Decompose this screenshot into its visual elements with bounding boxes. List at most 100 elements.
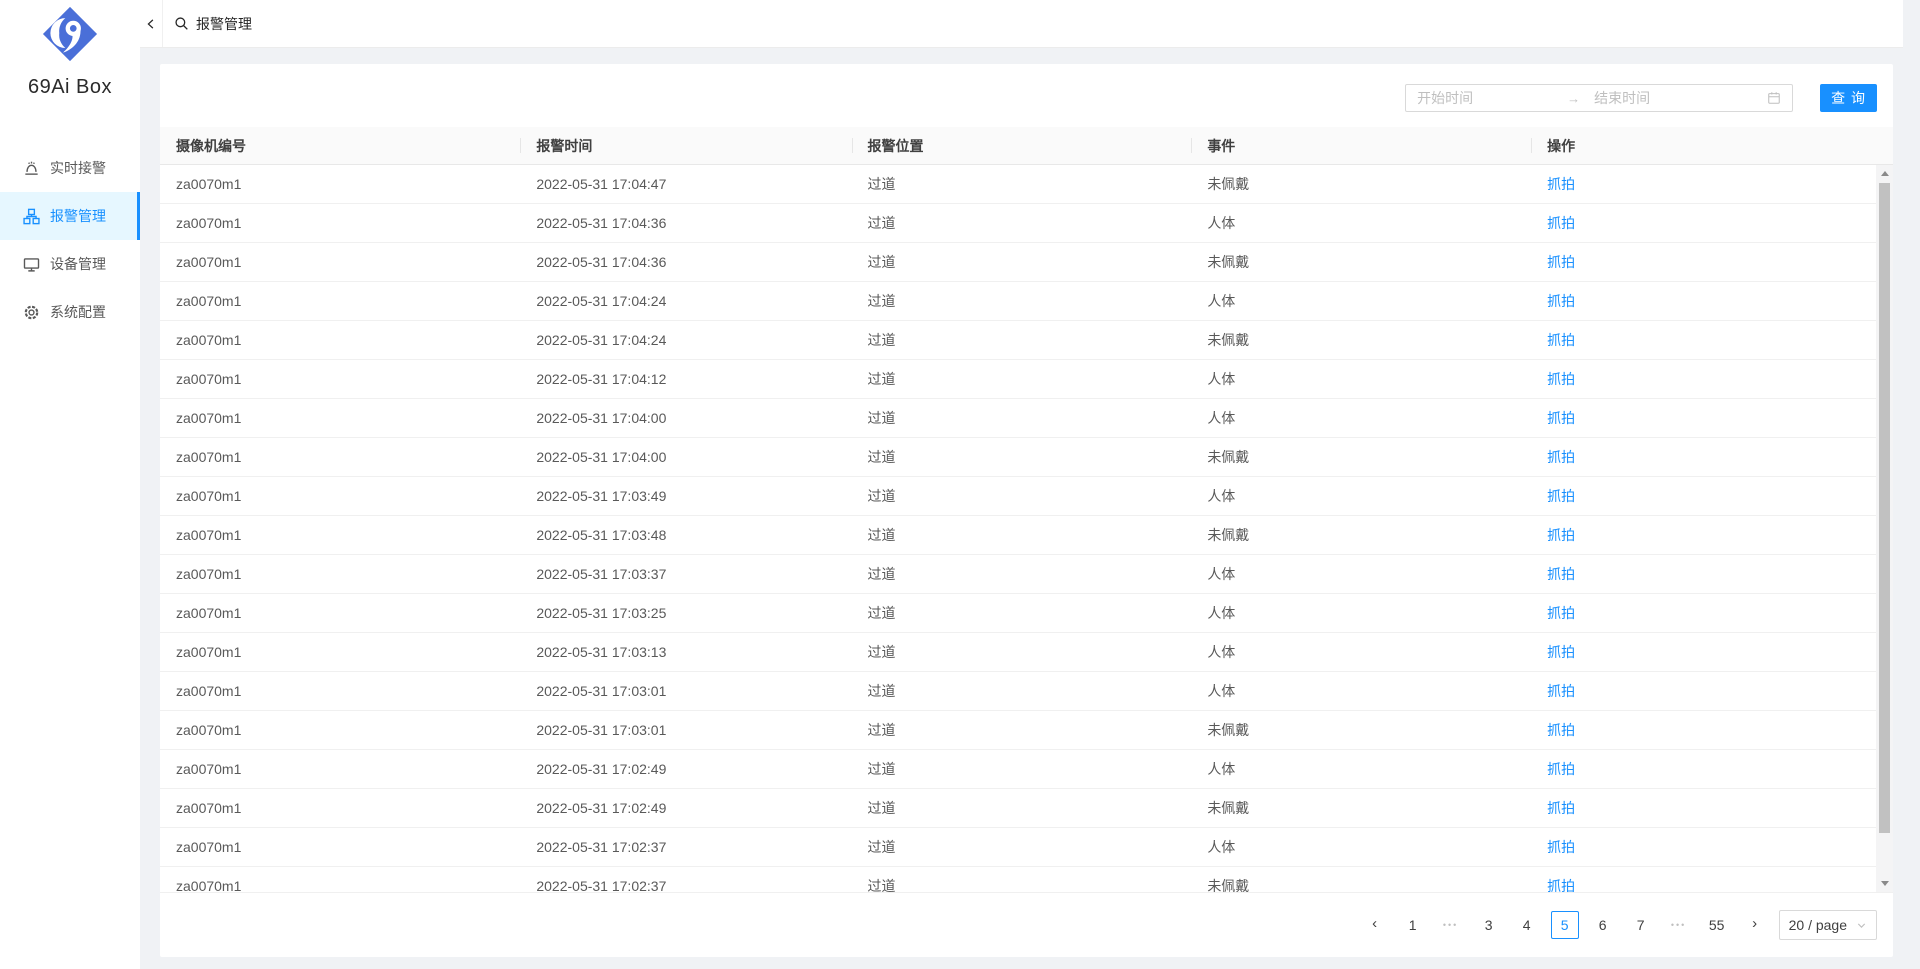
table-scroll-area: za0070m1 2022-05-31 17:04:47 过道 未佩戴 抓拍 z…	[160, 165, 1893, 893]
snapshot-link[interactable]: 抓拍	[1547, 215, 1575, 231]
query-button[interactable]: 查 询	[1820, 84, 1877, 112]
snapshot-link[interactable]: 抓拍	[1547, 800, 1575, 816]
content-area: 报警管理 开始时间 → 结束时间	[140, 0, 1903, 969]
page-size-value: 20 / page	[1789, 917, 1847, 933]
cell-camera: za0070m1	[160, 750, 520, 788]
snapshot-link[interactable]: 抓拍	[1547, 449, 1575, 465]
sidebar-item-alarm-management[interactable]: 报警管理	[0, 192, 140, 240]
cell-camera: za0070m1	[160, 438, 520, 476]
cell-event: 未佩戴	[1191, 516, 1531, 554]
cell-action: 抓拍	[1531, 477, 1876, 515]
cell-event: 人体	[1191, 360, 1531, 398]
pagination-page-4[interactable]: 4	[1513, 911, 1541, 939]
sidebar-menu: 实时接警 报警管理	[0, 144, 140, 336]
snapshot-link[interactable]: 抓拍	[1547, 839, 1575, 855]
cell-action: 抓拍	[1531, 633, 1876, 671]
snapshot-link[interactable]: 抓拍	[1547, 488, 1575, 504]
cell-action: 抓拍	[1531, 594, 1876, 632]
cell-time: 2022-05-31 17:02:49	[520, 750, 851, 788]
table-row: za0070m1 2022-05-31 17:04:00 过道 未佩戴 抓拍	[160, 438, 1876, 477]
table-row: za0070m1 2022-05-31 17:03:13 过道 人体 抓拍	[160, 633, 1876, 672]
date-range-picker[interactable]: 开始时间 → 结束时间	[1405, 84, 1793, 112]
sidebar-item-system-config[interactable]: 系统配置	[0, 288, 140, 336]
snapshot-link[interactable]: 抓拍	[1547, 683, 1575, 699]
scrollbar-thumb[interactable]	[1879, 183, 1890, 833]
page-size-select[interactable]: 20 / page	[1779, 910, 1877, 940]
snapshot-link[interactable]: 抓拍	[1547, 722, 1575, 738]
diamond-69-logo-icon	[42, 6, 98, 62]
cell-location: 过道	[852, 789, 1192, 827]
table-row: za0070m1 2022-05-31 17:03:25 过道 人体 抓拍	[160, 594, 1876, 633]
pagination-page-5[interactable]: 5	[1551, 911, 1579, 939]
table-row: za0070m1 2022-05-31 17:03:01 过道 人体 抓拍	[160, 672, 1876, 711]
cell-location: 过道	[852, 477, 1192, 515]
pagination-prev[interactable]: ‹	[1361, 911, 1389, 939]
snapshot-link[interactable]: 抓拍	[1547, 332, 1575, 348]
cell-location: 过道	[852, 828, 1192, 866]
cell-camera: za0070m1	[160, 399, 520, 437]
alarm-table-card: 开始时间 → 结束时间 查 询	[160, 64, 1893, 957]
cell-action: 抓拍	[1531, 750, 1876, 788]
cell-location: 过道	[852, 438, 1192, 476]
snapshot-link[interactable]: 抓拍	[1547, 566, 1575, 582]
cell-camera: za0070m1	[160, 828, 520, 866]
pagination-ellipsis[interactable]: •••	[1437, 911, 1465, 939]
table-row: za0070m1 2022-05-31 17:04:24 过道 人体 抓拍	[160, 282, 1876, 321]
cell-camera: za0070m1	[160, 243, 520, 281]
table-row: za0070m1 2022-05-31 17:04:24 过道 未佩戴 抓拍	[160, 321, 1876, 360]
table-row: za0070m1 2022-05-31 17:04:36 过道 人体 抓拍	[160, 204, 1876, 243]
sidebar-item-realtime-alarm[interactable]: 实时接警	[0, 144, 140, 192]
chevron-down-icon	[1856, 920, 1867, 931]
cell-event: 人体	[1191, 828, 1531, 866]
sidebar-item-device-management[interactable]: 设备管理	[0, 240, 140, 288]
cell-action: 抓拍	[1531, 204, 1876, 242]
pagination-page-6[interactable]: 6	[1589, 911, 1617, 939]
cell-location: 过道	[852, 516, 1192, 554]
pagination-page-1[interactable]: 1	[1399, 911, 1427, 939]
cell-event: 人体	[1191, 750, 1531, 788]
start-time-placeholder: 开始时间	[1417, 88, 1567, 108]
snapshot-link[interactable]: 抓拍	[1547, 293, 1575, 309]
table-scrollbar[interactable]	[1876, 165, 1893, 892]
header-scrollbar-filler	[1876, 127, 1893, 164]
scroll-down-button[interactable]	[1876, 875, 1893, 892]
cell-time: 2022-05-31 17:03:01	[520, 711, 851, 749]
col-header-location: 报警位置	[852, 127, 1192, 164]
pagination-page-55[interactable]: 55	[1703, 911, 1731, 939]
cell-action: 抓拍	[1531, 555, 1876, 593]
page-search[interactable]: 报警管理	[163, 0, 252, 47]
cell-time: 2022-05-31 17:03:25	[520, 594, 851, 632]
cell-time: 2022-05-31 17:02:49	[520, 789, 851, 827]
table-row: za0070m1 2022-05-31 17:02:49 过道 未佩戴 抓拍	[160, 789, 1876, 828]
pagination-page-3[interactable]: 3	[1475, 911, 1503, 939]
snapshot-link[interactable]: 抓拍	[1547, 644, 1575, 660]
pagination: ‹ 1 ••• 34567 ••• 55 › 20 / page	[176, 909, 1877, 941]
table-row: za0070m1 2022-05-31 17:04:12 过道 人体 抓拍	[160, 360, 1876, 399]
cell-camera: za0070m1	[160, 165, 520, 203]
snapshot-link[interactable]: 抓拍	[1547, 371, 1575, 387]
snapshot-link[interactable]: 抓拍	[1547, 410, 1575, 426]
chevron-left-icon	[145, 18, 157, 30]
pagination-page-7[interactable]: 7	[1627, 911, 1655, 939]
snapshot-link[interactable]: 抓拍	[1547, 527, 1575, 543]
cell-location: 过道	[852, 399, 1192, 437]
snapshot-link[interactable]: 抓拍	[1547, 254, 1575, 270]
snapshot-link[interactable]: 抓拍	[1547, 176, 1575, 192]
snapshot-link[interactable]: 抓拍	[1547, 605, 1575, 621]
scroll-up-button[interactable]	[1876, 165, 1893, 182]
cell-time: 2022-05-31 17:03:48	[520, 516, 851, 554]
pagination-ellipsis[interactable]: •••	[1665, 911, 1693, 939]
snapshot-link[interactable]: 抓拍	[1547, 878, 1575, 893]
cell-time: 2022-05-31 17:04:00	[520, 399, 851, 437]
table-row: za0070m1 2022-05-31 17:02:37 过道 人体 抓拍	[160, 828, 1876, 867]
app-title: 69Ai Box	[0, 76, 140, 99]
cell-location: 过道	[852, 282, 1192, 320]
pagination-next[interactable]: ›	[1741, 911, 1769, 939]
sidebar-collapse-button[interactable]	[140, 0, 163, 47]
col-header-camera: 摄像机编号	[160, 127, 520, 164]
snapshot-link[interactable]: 抓拍	[1547, 761, 1575, 777]
table-header: 摄像机编号 报警时间 报警位置 事件 操作	[160, 127, 1893, 165]
alarm-table: 摄像机编号 报警时间 报警位置 事件 操作 za0070m1 2022-05-3…	[160, 127, 1893, 893]
table-row: za0070m1 2022-05-31 17:04:36 过道 未佩戴 抓拍	[160, 243, 1876, 282]
cell-location: 过道	[852, 633, 1192, 671]
